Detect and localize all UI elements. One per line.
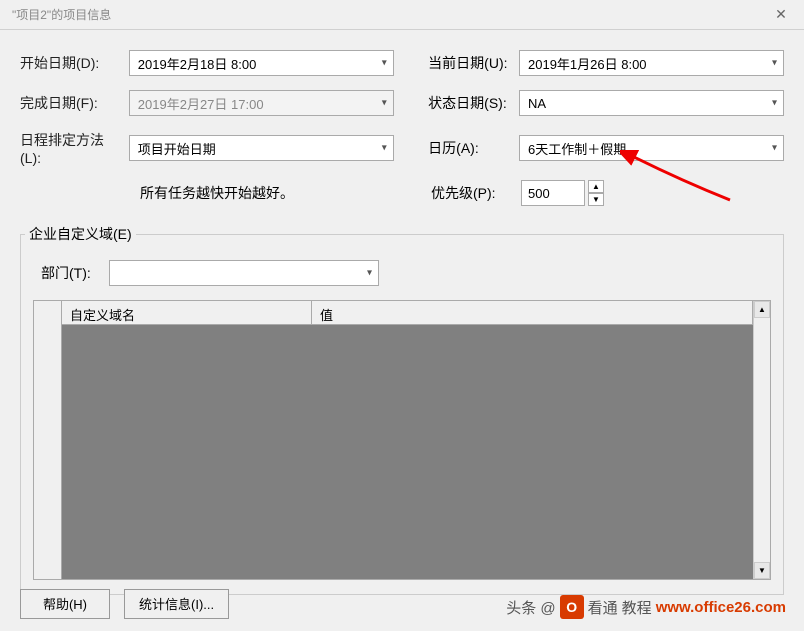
finish-date-combo: 2019年2月27日 17:00 ▾: [129, 90, 394, 116]
office-logo-icon: O: [560, 595, 584, 619]
enterprise-fieldset: 企业自定义域(E) 部门(T): ▾ 自定义域名 值 ▲ ▼: [20, 224, 784, 595]
schedule-from-combo[interactable]: 项目开始日期 ▾: [129, 135, 394, 161]
close-button[interactable]: ✕: [766, 0, 796, 30]
chevron-down-icon: ▾: [772, 98, 777, 109]
grid-header: 自定义域名 值: [62, 301, 753, 325]
current-date-label: 当前日期(U):: [428, 53, 509, 73]
schedule-from-label: 日程排定方法(L):: [20, 130, 119, 166]
close-icon: ✕: [775, 6, 787, 23]
vertical-scrollbar[interactable]: ▲ ▼: [753, 301, 770, 579]
enterprise-legend: 企业自定义域(E): [25, 224, 136, 244]
grid-gutter: [34, 301, 62, 579]
calendar-label: 日历(A):: [428, 138, 509, 158]
col-header-name[interactable]: 自定义域名: [62, 301, 312, 324]
col-header-value[interactable]: 值: [312, 301, 753, 324]
watermark: 头条 @ O 看通 教程 www.office26.com: [506, 595, 786, 619]
department-label: 部门(T):: [41, 263, 101, 283]
chevron-down-icon: ▾: [382, 143, 387, 154]
calendar-combo[interactable]: 6天工作制＋假期 ▾: [519, 135, 784, 161]
finish-date-label: 完成日期(F):: [20, 93, 119, 113]
statistics-button[interactable]: 统计信息(I)...: [124, 589, 229, 619]
priority-label: 优先级(P):: [431, 183, 521, 203]
start-date-value: 2019年2月18日 8:00: [138, 54, 257, 73]
start-date-combo[interactable]: 2019年2月18日 8:00 ▾: [129, 50, 394, 76]
help-button[interactable]: 帮助(H): [20, 589, 110, 619]
spin-down-button[interactable]: ▼: [588, 193, 604, 206]
spin-up-button[interactable]: ▲: [588, 180, 604, 193]
form-area: 开始日期(D): 2019年2月18日 8:00 ▾ 当前日期(U): 2019…: [0, 30, 804, 224]
titlebar: "项目2"的项目信息 ✕: [0, 0, 804, 30]
status-date-value: NA: [528, 96, 546, 111]
scroll-up-icon[interactable]: ▲: [754, 301, 770, 318]
chevron-down-icon: ▾: [772, 58, 777, 69]
chevron-down-icon: ▾: [367, 268, 372, 279]
finish-date-value: 2019年2月27日 17:00: [138, 94, 264, 113]
custom-fields-grid: 自定义域名 值 ▲ ▼: [33, 300, 771, 580]
schedule-from-value: 项目开始日期: [138, 139, 216, 158]
status-date-label: 状态日期(S):: [428, 93, 509, 113]
chevron-down-icon: ▾: [382, 98, 387, 109]
current-date-value: 2019年1月26日 8:00: [528, 54, 647, 73]
calendar-value: 6天工作制＋假期: [528, 139, 626, 158]
grid-body: [62, 325, 753, 579]
current-date-combo[interactable]: 2019年1月26日 8:00 ▾: [519, 50, 784, 76]
priority-spinner[interactable]: 500 ▲ ▼: [521, 180, 604, 206]
start-date-label: 开始日期(D):: [20, 53, 119, 73]
window-title: "项目2"的项目信息: [12, 6, 111, 23]
chevron-down-icon: ▾: [772, 143, 777, 154]
department-combo[interactable]: ▾: [109, 260, 379, 286]
status-date-combo[interactable]: NA ▾: [519, 90, 784, 116]
priority-input[interactable]: 500: [521, 180, 585, 206]
schedule-hint: 所有任务越快开始越好。: [140, 183, 405, 203]
chevron-down-icon: ▾: [382, 58, 387, 69]
watermark-link: www.office26.com: [656, 599, 786, 616]
